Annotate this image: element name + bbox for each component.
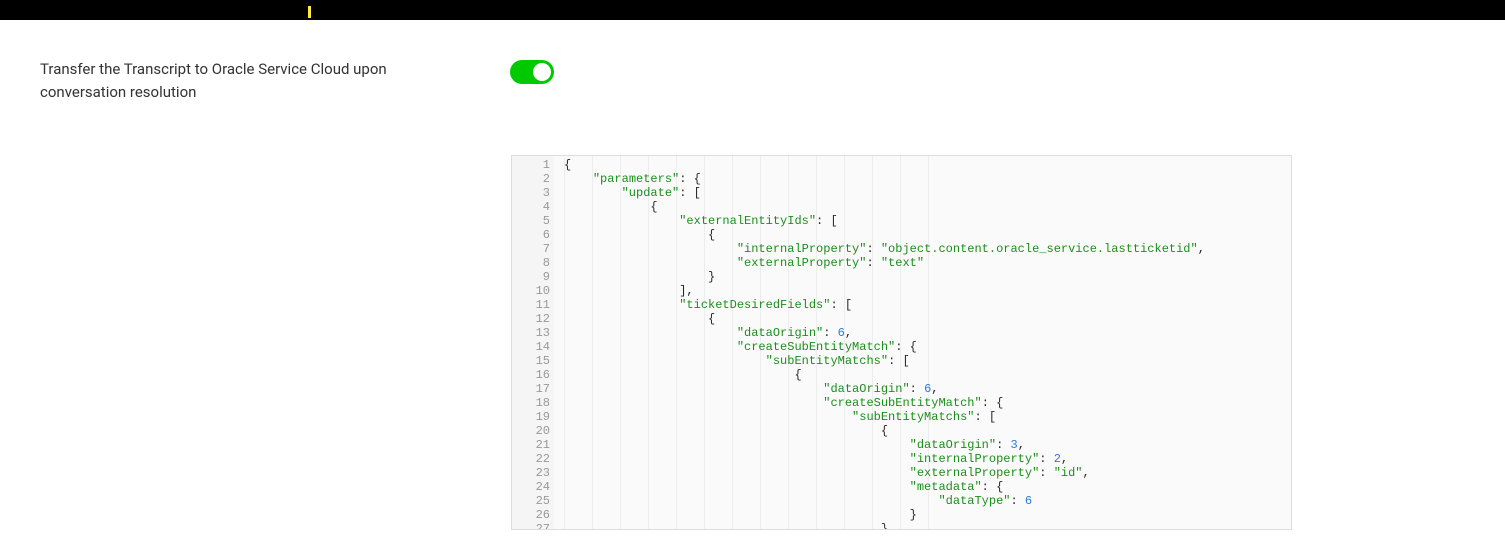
code-line[interactable]: { [564, 228, 1291, 242]
gutter-line: 22 [512, 452, 554, 466]
code-line[interactable]: "dataOrigin": 3, [564, 438, 1291, 452]
gutter-line: 14 [512, 340, 554, 354]
gutter-line: 10 [512, 284, 554, 298]
top-bar [0, 0, 1505, 20]
gutter-line: 1 [512, 158, 554, 172]
gutter-line: 9 [512, 270, 554, 284]
code-line[interactable]: "metadata": { [564, 480, 1291, 494]
json-editor[interactable]: 1234567891011121314151617181920212223242… [511, 155, 1292, 530]
code-line[interactable]: "createSubEntityMatch": { [564, 340, 1291, 354]
gutter-line: 24 [512, 480, 554, 494]
code-line[interactable]: "externalEntityIds": [ [564, 214, 1291, 228]
gutter-line: 7 [512, 242, 554, 256]
gutter-line: 6 [512, 228, 554, 242]
gutter-line: 3 [512, 186, 554, 200]
code-line[interactable]: } [564, 522, 1291, 529]
toggle-knob [533, 63, 551, 81]
gutter-line: 19 [512, 410, 554, 424]
gutter-line: 18 [512, 396, 554, 410]
gutter-line: 2 [512, 172, 554, 186]
top-bar-marker [308, 6, 311, 18]
gutter-line: 21 [512, 438, 554, 452]
code-line[interactable]: { [564, 368, 1291, 382]
code-line[interactable]: "dataOrigin": 6, [564, 382, 1291, 396]
code-line[interactable]: { [564, 158, 1291, 172]
gutter-line: 11 [512, 298, 554, 312]
code-line[interactable]: "dataOrigin": 6, [564, 326, 1291, 340]
gutter-line: 15 [512, 354, 554, 368]
gutter-line: 27 [512, 522, 554, 529]
code-line[interactable]: { [564, 200, 1291, 214]
code-line[interactable]: "subEntityMatchs": [ [564, 354, 1291, 368]
gutter-line: 23 [512, 466, 554, 480]
code-line[interactable]: "parameters": { [564, 172, 1291, 186]
editor-viewport[interactable]: 1234567891011121314151617181920212223242… [512, 156, 1291, 529]
code-line[interactable]: "externalProperty": "text" [564, 256, 1291, 270]
gutter-line: 17 [512, 382, 554, 396]
gutter-line: 13 [512, 326, 554, 340]
gutter-line: 26 [512, 508, 554, 522]
code-line[interactable]: "ticketDesiredFields": [ [564, 298, 1291, 312]
code-line[interactable]: "externalProperty": "id", [564, 466, 1291, 480]
gutter-line: 25 [512, 494, 554, 508]
content-area: Transfer the Transcript to Oracle Servic… [0, 20, 1505, 550]
setting-label-col: Transfer the Transcript to Oracle Servic… [40, 58, 440, 105]
code-line[interactable]: } [564, 508, 1291, 522]
toggle-col [510, 58, 554, 84]
code-line[interactable]: { [564, 312, 1291, 326]
gutter-line: 8 [512, 256, 554, 270]
code-line[interactable]: "internalProperty": 2, [564, 452, 1291, 466]
gutter-line: 20 [512, 424, 554, 438]
gutter-line: 4 [512, 200, 554, 214]
gutter-line: 5 [512, 214, 554, 228]
gutter-line: 16 [512, 368, 554, 382]
editor-gutter: 1234567891011121314151617181920212223242… [512, 156, 554, 529]
gutter-line: 12 [512, 312, 554, 326]
editor-code[interactable]: { "parameters": { "update": [ { "externa… [554, 156, 1291, 529]
code-line[interactable]: "createSubEntityMatch": { [564, 396, 1291, 410]
code-line[interactable]: "update": [ [564, 186, 1291, 200]
code-line[interactable]: { [564, 424, 1291, 438]
code-line[interactable]: "internalProperty": "object.content.orac… [564, 242, 1291, 256]
code-line[interactable]: } [564, 270, 1291, 284]
code-line[interactable]: "dataType": 6 [564, 494, 1291, 508]
setting-label: Transfer the Transcript to Oracle Servic… [40, 58, 440, 105]
transfer-transcript-toggle[interactable] [510, 60, 554, 84]
code-line[interactable]: ], [564, 284, 1291, 298]
setting-row: Transfer the Transcript to Oracle Servic… [40, 58, 1465, 105]
code-line[interactable]: "subEntityMatchs": [ [564, 410, 1291, 424]
